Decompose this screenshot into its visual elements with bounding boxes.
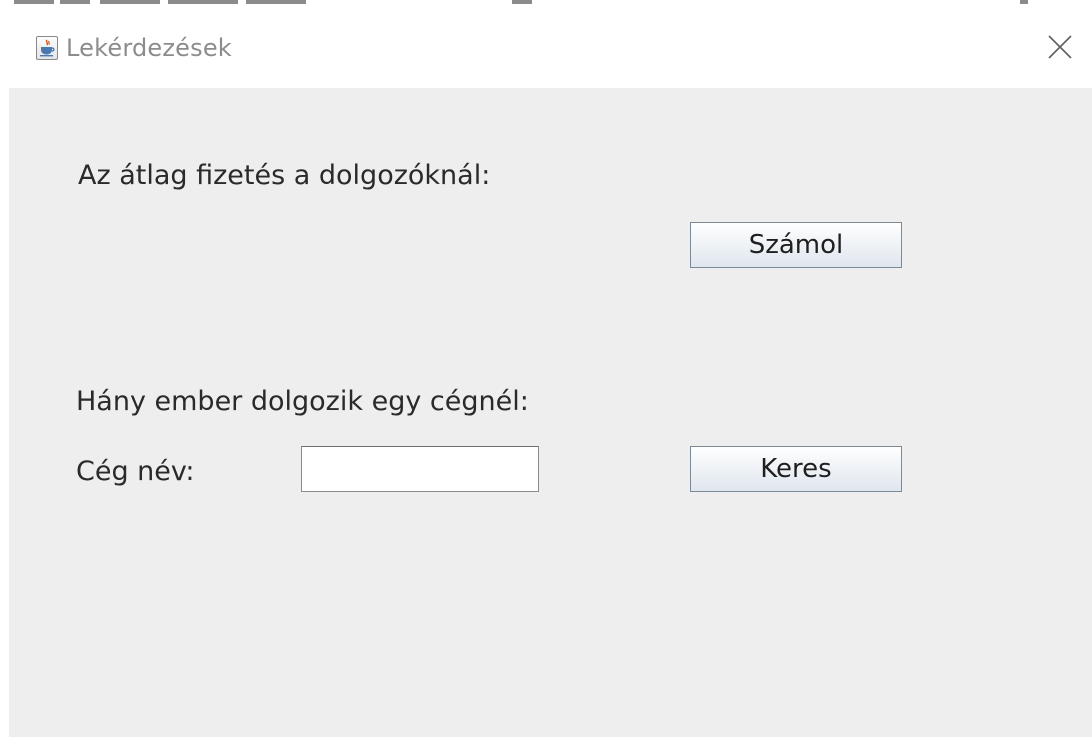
- title-bar[interactable]: Lekérdezések: [0, 11, 1092, 88]
- background-text-fragment: [246, 0, 306, 4]
- background-text-fragment: [512, 0, 532, 4]
- background-text-fragment: [1020, 0, 1028, 4]
- background-text-fragment: [168, 0, 238, 4]
- close-icon: [1048, 35, 1072, 59]
- average-salary-label: Az átlag fizetés a dolgozóknál:: [78, 160, 491, 191]
- java-coffee-cup-icon: [36, 36, 58, 60]
- background-text-fragment: [14, 0, 54, 4]
- background-text-fragment: [100, 0, 160, 4]
- background-text-fragment: [60, 0, 90, 4]
- window-title: Lekérdezések: [66, 34, 232, 62]
- close-button[interactable]: [1040, 27, 1080, 67]
- content-panel: Az átlag fizetés a dolgozóknál: Számol H…: [9, 88, 1092, 737]
- company-name-label: Cég név:: [76, 456, 195, 487]
- company-name-input[interactable]: [301, 446, 539, 492]
- employee-count-label: Hány ember dolgozik egy cégnél:: [76, 386, 529, 417]
- search-button[interactable]: Keres: [690, 446, 902, 492]
- calculate-button[interactable]: Számol: [690, 222, 902, 268]
- background-window-remnant: [0, 0, 1092, 9]
